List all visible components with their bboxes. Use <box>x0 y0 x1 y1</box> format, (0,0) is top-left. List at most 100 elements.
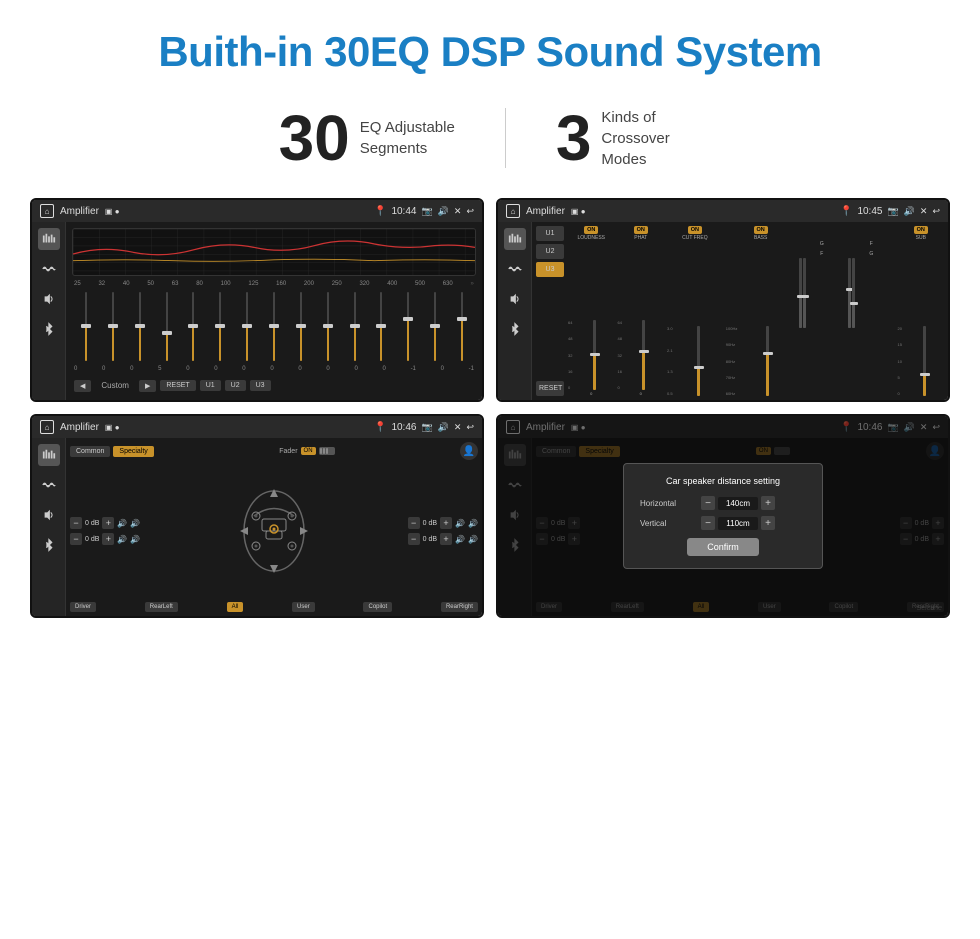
horizontal-minus[interactable]: − <box>701 496 715 510</box>
slider-6[interactable] <box>208 292 232 361</box>
reset-preset[interactable]: RESET <box>536 381 564 396</box>
eq-icon[interactable] <box>38 228 60 250</box>
db-left-2: − 0 dB + 🔊 🔊 <box>70 533 140 545</box>
wave-icon-3[interactable] <box>38 474 60 496</box>
screen3: ⌂ Amplifier ▣ ● 📍 10:46 📷 🔊 ✕ ↩ <box>30 414 484 618</box>
channel-phat: ON PHAT 644832160 0 <box>618 226 665 396</box>
slider-15[interactable] <box>450 292 474 361</box>
db-right-1: − 0 dB + 🔊 🔊 <box>408 517 478 529</box>
play-icons-2: ▣ ● <box>571 207 586 216</box>
home-icon[interactable]: ⌂ <box>40 204 54 218</box>
rearleft-btn[interactable]: RearLeft <box>145 602 178 612</box>
minus-left-2[interactable]: − <box>70 533 82 545</box>
header-section: Buith-in 30EQ DSP Sound System <box>0 0 980 86</box>
channel-sub: ON SUB 20151050 <box>898 226 944 396</box>
location-icon-3: 📍 <box>374 422 386 433</box>
minus-right-2[interactable]: − <box>408 533 420 545</box>
bluetooth-icon-2[interactable] <box>504 318 526 340</box>
home-icon-3[interactable]: ⌂ <box>40 420 54 434</box>
page-title: Buith-in 30EQ DSP Sound System <box>20 28 960 76</box>
eq-icon-2[interactable] <box>504 228 526 250</box>
close-icon-3: ✕ <box>454 422 462 433</box>
u3-preset[interactable]: U3 <box>536 262 564 277</box>
slider-12[interactable] <box>369 292 393 361</box>
confirm-button[interactable]: Confirm <box>687 538 759 556</box>
fader-slider[interactable] <box>319 447 335 455</box>
eq-controls: ◀ Custom ▶ RESET U1 U2 U3 <box>72 377 476 394</box>
back-icon-1: ↩ <box>466 206 474 217</box>
db-left-1: − 0 dB + 🔊 🔊 <box>70 517 140 529</box>
vertical-minus[interactable]: − <box>701 516 715 530</box>
camera-icon-1: 📷 <box>421 206 432 217</box>
copilot-btn[interactable]: Copilot <box>363 602 392 612</box>
slider-8[interactable] <box>262 292 286 361</box>
specialty-btn[interactable]: Specialty <box>113 446 153 457</box>
slider-13[interactable] <box>396 292 420 361</box>
custom-label[interactable]: Custom <box>95 379 135 392</box>
slider-values: 000500 000000 -10-1 <box>72 366 476 372</box>
plus-left-1[interactable]: + <box>102 517 114 529</box>
speaker-icon-3[interactable] <box>38 504 60 526</box>
stat-crossover-label: Kinds ofCrossover Modes <box>601 107 701 170</box>
user-icon[interactable]: 👤 <box>460 442 478 460</box>
reset-btn[interactable]: RESET <box>160 380 195 391</box>
stat-crossover: 3 Kinds ofCrossover Modes <box>506 106 752 170</box>
slider-4[interactable] <box>155 292 179 361</box>
screen1-statusbar: ⌂ Amplifier ▣ ● 📍 10:44 📷 🔊 ✕ ↩ <box>32 200 482 222</box>
channel-loudness: ON LOUDNESS 644832160 0 <box>568 226 615 396</box>
speaker-icon[interactable] <box>38 288 60 310</box>
back-icon-2: ↩ <box>932 206 940 217</box>
wave-icon-2[interactable] <box>504 258 526 280</box>
screen2-statusbar: ⌂ Amplifier ▣ ● 📍 10:45 📷 🔊 ✕ ↩ <box>498 200 948 222</box>
bluetooth-icon-3[interactable] <box>38 534 60 556</box>
channel-fg1: GF <box>799 226 846 396</box>
slider-9[interactable] <box>289 292 313 361</box>
close-icon-2: ✕ <box>920 206 928 217</box>
stat-eq-label: EQ AdjustableSegments <box>360 117 455 159</box>
time-1: 10:44 <box>391 206 416 217</box>
common-btn[interactable]: Common <box>70 446 110 457</box>
prev-btn[interactable]: ◀ <box>74 380 91 392</box>
stats-row: 30 EQ AdjustableSegments 3 Kinds ofCross… <box>0 86 980 198</box>
rearright-btn[interactable]: RearRight <box>441 602 478 612</box>
fader-on: ON <box>301 447 316 455</box>
dialog-overlay: Car speaker distance setting Horizontal … <box>498 416 948 616</box>
plus-left-2[interactable]: + <box>102 533 114 545</box>
dialog-title: Car speaker distance setting <box>640 476 806 486</box>
minus-left-1[interactable]: − <box>70 517 82 529</box>
time-2: 10:45 <box>857 206 882 217</box>
user-btn[interactable]: User <box>292 602 315 612</box>
plus-right-2[interactable]: + <box>440 533 452 545</box>
slider-7[interactable] <box>235 292 259 361</box>
slider-1[interactable] <box>74 292 98 361</box>
screen1-main: 253240506380 100125160200250320 40050063… <box>66 222 482 400</box>
horizontal-plus[interactable]: + <box>761 496 775 510</box>
next-btn[interactable]: ▶ <box>139 380 156 392</box>
home-icon-2[interactable]: ⌂ <box>506 204 520 218</box>
all-btn[interactable]: All <box>227 602 244 612</box>
u2-btn[interactable]: U2 <box>225 380 246 391</box>
channel-cutfreq: ON CUT FREQ 3.02.11.30.5 <box>667 226 723 396</box>
dialog-vertical-row: Vertical − 110cm + <box>640 516 806 530</box>
slider-5[interactable] <box>181 292 205 361</box>
slider-14[interactable] <box>423 292 447 361</box>
slider-10[interactable] <box>316 292 340 361</box>
slider-3[interactable] <box>128 292 152 361</box>
eq-icon-3[interactable] <box>38 444 60 466</box>
db-right-2: − 0 dB + 🔊 🔊 <box>408 533 478 545</box>
screen3-statusbar: ⌂ Amplifier ▣ ● 📍 10:46 📷 🔊 ✕ ↩ <box>32 416 482 438</box>
u1-preset[interactable]: U1 <box>536 226 564 241</box>
u3-btn[interactable]: U3 <box>250 380 271 391</box>
minus-right-1[interactable]: − <box>408 517 420 529</box>
u1-btn[interactable]: U1 <box>200 380 221 391</box>
u2-preset[interactable]: U2 <box>536 244 564 259</box>
dialog-horizontal-row: Horizontal − 140cm + <box>640 496 806 510</box>
speaker-icon-2[interactable] <box>504 288 526 310</box>
slider-2[interactable] <box>101 292 125 361</box>
slider-11[interactable] <box>343 292 367 361</box>
bluetooth-icon[interactable] <box>38 318 60 340</box>
driver-btn[interactable]: Driver <box>70 602 96 612</box>
plus-right-1[interactable]: + <box>440 517 452 529</box>
vertical-plus[interactable]: + <box>761 516 775 530</box>
wave-icon[interactable] <box>38 258 60 280</box>
